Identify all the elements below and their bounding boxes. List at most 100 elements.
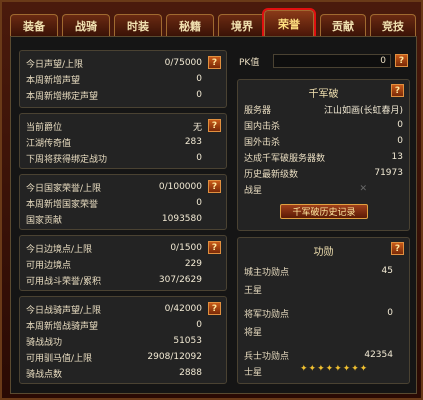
stat-row: 可用驯马值/上限 2908/12092	[26, 350, 220, 364]
stat-value: 2888	[179, 368, 202, 378]
stat-label: 本周新增声望	[26, 75, 81, 86]
stat-label: 历史最新级数	[244, 169, 299, 180]
stat-row: 王星	[244, 282, 403, 296]
stat-row: 可用战斗荣誉/累积 307/2629	[26, 273, 220, 287]
honor-content: 今日声望/上限 0/75000 ? 本周新增声望 0 本周新增绑定声望 0 当前爵位 无…	[10, 36, 417, 394]
stat-label: 可用驯马值/上限	[26, 353, 93, 364]
stat-label: 骑战战功	[26, 337, 63, 348]
border-points-panel: 今日边境点/上限 0/1500 ? 可用边境点 229 可用战斗荣誉/累积 307/2…	[19, 235, 227, 291]
title-panel: 当前爵位 无 ? 江湖传奇值 283 下周将获得绑定战功 0	[19, 113, 227, 169]
tab-fashion[interactable]: 时装	[114, 14, 162, 36]
stat-row: 今日国家荣誉/上限 0/100000	[26, 180, 220, 194]
stat-row: 战星 ✕	[244, 182, 403, 196]
stat-value: 0/100000	[158, 182, 202, 192]
stat-value: 229	[184, 259, 202, 269]
tab-arena[interactable]: 竞技	[370, 14, 416, 36]
qianjun-history-button[interactable]: 千军破历史记录	[280, 204, 368, 219]
stat-value: 0	[196, 153, 202, 163]
stat-label: 本周新增绑定声望	[26, 91, 99, 102]
help-icon[interactable]: ?	[391, 242, 404, 255]
qianjun-title: 千军破	[308, 89, 339, 100]
stat-row: 今日声望/上限 0/75000	[26, 56, 220, 70]
stat-label: 今日国家荣誉/上限	[26, 183, 102, 194]
pk-panel: PK值 0 ?	[237, 50, 410, 74]
help-icon[interactable]: ?	[208, 180, 221, 193]
stat-label: 将星	[244, 327, 263, 338]
stat-row: 骑战战功 51053	[26, 334, 220, 348]
merit-panel: 功勋 ? 城主功勋点 45 王星 将军功勋点 0 将星 兵士功勋点 42354 士星 …	[237, 237, 410, 384]
stat-value: 0	[387, 308, 393, 318]
tab-bar: 装备 战骑 时装 秘籍 境界 荣誉 贡献 竞技	[10, 8, 418, 38]
stat-row: 国内击杀 0	[244, 118, 403, 132]
stat-value: 42354	[364, 350, 393, 360]
stat-value: 0/42000	[164, 304, 202, 314]
stat-label: 今日声望/上限	[26, 59, 84, 70]
tab-contribution[interactable]: 贡献	[320, 14, 366, 36]
stat-value: 0	[196, 74, 202, 84]
help-icon[interactable]: ?	[208, 241, 221, 254]
stat-label: 今日边境点/上限	[26, 244, 93, 255]
stat-value: 71973	[374, 168, 403, 178]
stat-label: 国家贡献	[26, 215, 63, 226]
stat-row: 历史最新级数 71973	[244, 166, 403, 180]
stat-row: 下周将获得绑定战功 0	[26, 151, 220, 165]
stat-row: 国外击杀 0	[244, 134, 403, 148]
stat-row: 当前爵位 无	[26, 119, 220, 133]
reputation-panel: 今日声望/上限 0/75000 ? 本周新增声望 0 本周新增绑定声望 0	[19, 50, 227, 108]
national-honor-panel: 今日国家荣誉/上限 0/100000 ? 本周新增国家荣誉 0 国家贡献 109358…	[19, 174, 227, 230]
stat-row: 将军功勋点 0	[244, 306, 403, 320]
stat-label: 可用边境点	[26, 260, 72, 271]
stat-value: 无	[192, 122, 202, 133]
stat-label: 下周将获得绑定战功	[26, 154, 108, 165]
stat-row: 本周新增声望 0	[26, 72, 220, 86]
stat-value: 51053	[173, 336, 202, 346]
stat-label: 王星	[244, 285, 263, 296]
tab-equipment[interactable]: 装备	[10, 14, 58, 36]
stat-row: 兵士功勋点 42354	[244, 348, 403, 362]
help-icon[interactable]: ?	[208, 302, 221, 315]
stat-value: 0	[196, 320, 202, 330]
help-icon[interactable]: ?	[208, 119, 221, 132]
stat-label: 战星	[244, 185, 263, 196]
stat-row: 达成千军破服务器数 13	[244, 150, 403, 164]
stat-value: 13	[391, 152, 403, 162]
stat-row: 将星	[244, 324, 403, 338]
war-star-icon: ✕	[359, 184, 367, 194]
stat-label: 骑战点数	[26, 369, 63, 380]
stat-row: 国家贡献 1093580	[26, 212, 220, 226]
stat-value: 283	[184, 137, 202, 147]
merit-title: 功勋	[313, 247, 334, 258]
stat-label: 国外击杀	[244, 137, 281, 148]
stat-label: 可用战斗荣誉/累积	[26, 276, 102, 287]
tab-secret-book[interactable]: 秘籍	[166, 14, 214, 36]
stat-row: 今日战骑声望/上限 0/42000	[26, 302, 220, 316]
stat-value: 0/1500	[170, 243, 202, 253]
stat-row: 可用边境点 229	[26, 257, 220, 271]
help-icon[interactable]: ?	[395, 54, 408, 67]
stat-row: 城主功勋点 45	[244, 264, 403, 278]
stat-label: 国内击杀	[244, 121, 281, 132]
stat-row: 骑战点数 2888	[26, 366, 220, 380]
tab-mount[interactable]: 战骑	[62, 14, 110, 36]
stat-label: 服务器	[244, 105, 272, 116]
tab-honor[interactable]: 荣誉	[262, 8, 316, 38]
stat-value: 307/2629	[158, 275, 202, 285]
stat-row: 今日边境点/上限 0/1500	[26, 241, 220, 255]
soldier-star-icons: ✦✦✦✦✦✦✦✦	[300, 364, 369, 374]
stat-value: 0	[196, 198, 202, 208]
help-icon[interactable]: ?	[391, 84, 404, 97]
stat-value: 0/75000	[164, 58, 202, 68]
stat-label: 当前爵位	[26, 122, 63, 133]
help-icon[interactable]: ?	[208, 56, 221, 69]
pk-label: PK值	[239, 58, 260, 68]
stat-label: 城主功勋点	[244, 267, 290, 278]
tab-realm[interactable]: 境界	[218, 14, 266, 36]
stat-value: 0	[397, 136, 403, 146]
stat-value: 0	[397, 120, 403, 130]
stat-label: 将军功勋点	[244, 309, 290, 320]
stat-value: 0	[196, 90, 202, 100]
qianjun-panel: 千军破 ? 服务器 江山如画(长虹春月) 国内击杀 0 国外击杀 0 达成千军破服务器…	[237, 79, 410, 231]
pk-value-box: 0	[273, 54, 391, 68]
mount-reputation-panel: 今日战骑声望/上限 0/42000 ? 本周新增战骑声望 0 骑战战功 51053 可…	[19, 296, 227, 384]
stat-row: 本周新增绑定声望 0	[26, 88, 220, 102]
